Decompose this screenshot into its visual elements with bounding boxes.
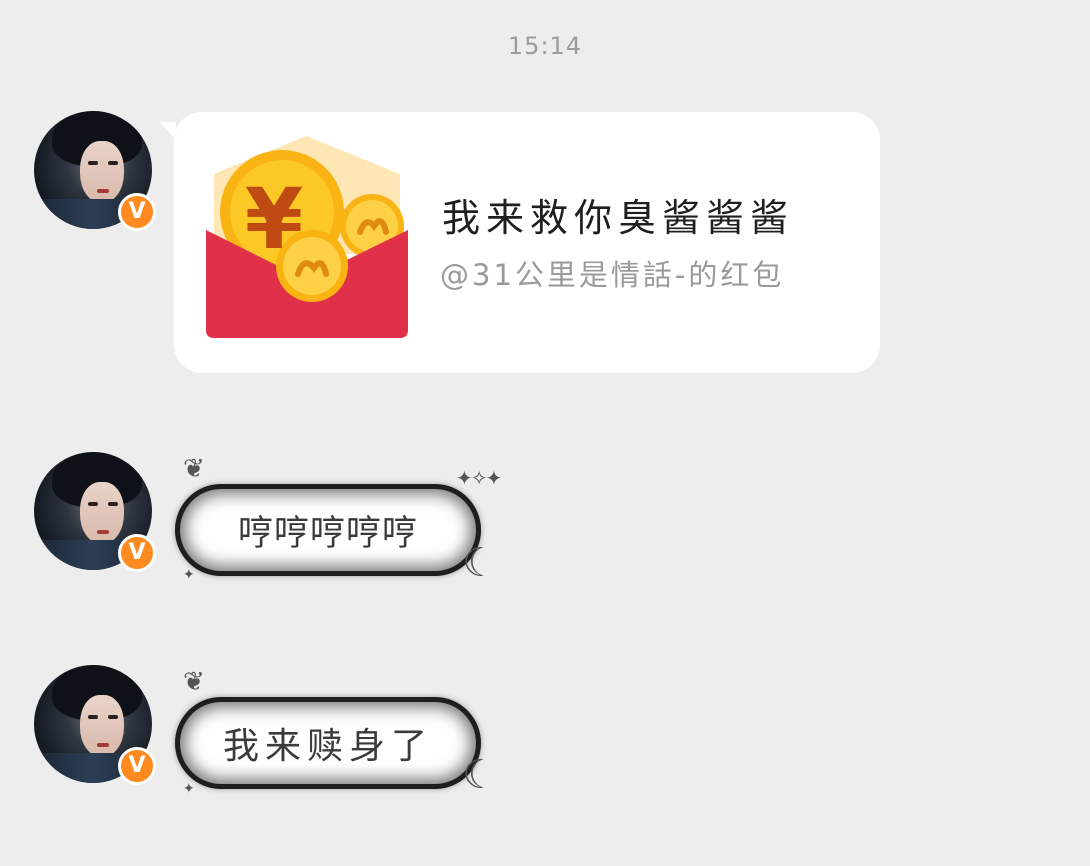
red-packet-sender: @31公里是情話-的红包 [440, 258, 785, 292]
bubble-tail [160, 122, 176, 140]
verified-badge-icon: V [118, 193, 156, 231]
red-packet-bubble[interactable]: ¥ 我来救你臭酱酱酱 @31公里是情話-的红包 [160, 112, 880, 373]
butterfly-icon: ❦ [183, 667, 205, 697]
message-text: 哼哼哼哼哼 [237, 513, 418, 554]
verified-badge-icon: V [118, 534, 156, 572]
yen-symbol: ¥ [245, 170, 303, 268]
sender-avatar[interactable]: V [34, 111, 156, 231]
moon-icon: ☾ [462, 752, 498, 798]
red-packet-icon: ¥ [204, 134, 408, 338]
verified-badge-icon: V [118, 747, 156, 785]
sender-avatar[interactable]: V [34, 452, 156, 572]
text-message-bubble[interactable]: 哼哼哼哼哼 [175, 484, 481, 576]
red-packet-title: 我来救你臭酱酱酱 [442, 196, 795, 240]
sparkle-line-icon: ✦ [183, 781, 195, 797]
butterfly-icon: ❦ [183, 454, 205, 484]
text-message-bubble[interactable]: 我来赎身了 [175, 697, 481, 789]
sender-avatar[interactable]: V [34, 665, 156, 785]
moon-icon: ☾ [462, 540, 498, 586]
message-text: 我来赎身了 [222, 726, 433, 767]
chat-timestamp: 15:14 [507, 32, 583, 60]
sparkle-line-icon: ✦ [183, 567, 195, 583]
